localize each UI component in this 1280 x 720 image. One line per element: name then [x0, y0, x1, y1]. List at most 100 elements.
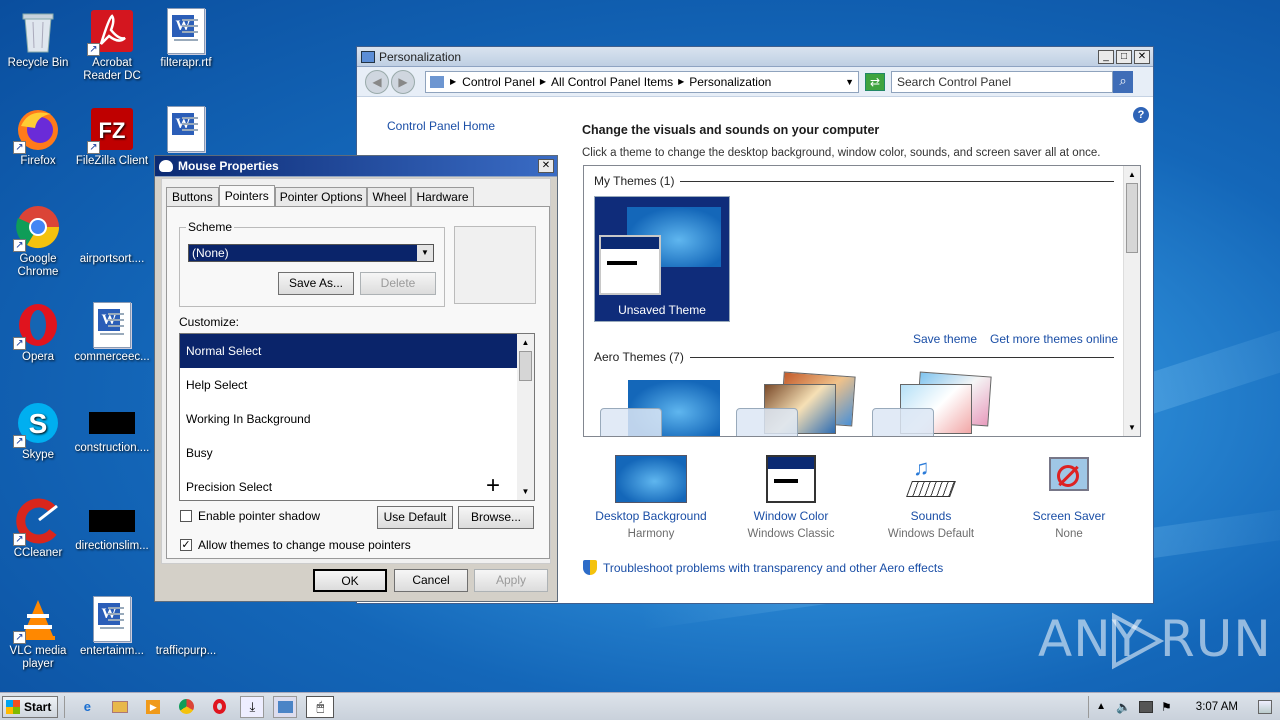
- volume-icon[interactable]: 🔈: [1116, 700, 1131, 714]
- desktop-icon-acrobat[interactable]: ↗ Acrobat Reader DC: [74, 4, 150, 83]
- action-center-flag-icon[interactable]: ⚑: [1161, 700, 1172, 714]
- show-desktop-button[interactable]: [1258, 699, 1272, 714]
- network-icon[interactable]: [1139, 700, 1154, 713]
- ok-button[interactable]: OK: [313, 569, 387, 592]
- desktop-icon-doc[interactable]: W: [148, 102, 224, 155]
- ccleaner-icon: ↗: [13, 498, 61, 546]
- control-panel-home-link[interactable]: Control Panel Home: [387, 119, 495, 133]
- breadcrumb-control-panel[interactable]: Control Panel: [462, 75, 535, 89]
- forward-button[interactable]: ▶: [391, 69, 415, 94]
- desktop-icon-commerceec[interactable]: W commerceec...: [74, 298, 150, 364]
- minimize-button[interactable]: _: [1098, 49, 1114, 64]
- breadcrumb-personalization[interactable]: Personalization: [689, 75, 771, 89]
- clock[interactable]: 3:07 AM: [1196, 701, 1238, 713]
- back-button[interactable]: ◀: [365, 69, 389, 94]
- close-button[interactable]: ✕: [1134, 49, 1150, 64]
- screen-saver-item[interactable]: Screen Saver None: [1001, 455, 1137, 540]
- sounds-item[interactable]: ♫ Sounds Windows Default: [863, 455, 999, 540]
- mouse-icon: [159, 160, 173, 172]
- tray-separator: [1088, 695, 1090, 718]
- desktop-icon-chrome[interactable]: ↗ Google Chrome: [0, 200, 76, 279]
- download-icon[interactable]: ⤓: [240, 695, 265, 718]
- file-icon: [89, 412, 135, 434]
- use-default-button[interactable]: Use Default: [377, 506, 453, 529]
- tab-pointer-options[interactable]: Pointer Options: [274, 187, 368, 206]
- mouse-taskbar-icon[interactable]: 🖱: [306, 695, 335, 718]
- pointer-item-precision[interactable]: Precision Select +: [180, 470, 534, 500]
- delete-button[interactable]: Delete: [360, 272, 436, 295]
- desktop-icon-directionslim[interactable]: directionslim...: [74, 494, 150, 553]
- scroll-down-icon[interactable]: ▼: [1124, 419, 1140, 436]
- tab-hardware[interactable]: Hardware: [411, 187, 474, 206]
- acrobat-icon: ↗: [87, 8, 135, 56]
- pointer-list-scrollbar[interactable]: ▲ ▼: [517, 334, 534, 500]
- tab-buttons[interactable]: Buttons: [166, 187, 219, 206]
- media-player-icon[interactable]: ▶: [141, 696, 165, 718]
- scroll-thumb[interactable]: [1126, 183, 1138, 253]
- window-color-item[interactable]: Window Color Windows Classic: [723, 455, 859, 540]
- themes-scrollbar[interactable]: ▲ ▼: [1123, 166, 1140, 436]
- save-as-button[interactable]: Save As...: [278, 272, 354, 295]
- shield-icon: [583, 560, 597, 575]
- browse-button[interactable]: Browse...: [458, 506, 534, 529]
- breadcrumb-arrow-icon: ▶: [539, 77, 547, 86]
- troubleshoot-link[interactable]: Troubleshoot problems with transparency …: [583, 560, 943, 575]
- desktop-icon-construction[interactable]: construction....: [74, 396, 150, 455]
- tab-pointers[interactable]: Pointers: [218, 185, 275, 206]
- aero-theme-windows[interactable]: [598, 380, 722, 436]
- aero-theme-characters[interactable]: [870, 371, 994, 436]
- desktop-icon-label: construction....: [74, 442, 150, 454]
- search-icon[interactable]: ⌕: [1113, 70, 1133, 93]
- desktop-icon-airportsort[interactable]: airportsort....: [74, 200, 150, 266]
- address-bar[interactable]: ▶ Control Panel ▶ All Control Panel Item…: [425, 70, 859, 93]
- address-dropdown-icon[interactable]: ▼: [845, 77, 854, 87]
- checkbox-box[interactable]: [180, 510, 192, 522]
- opera-taskbar-icon[interactable]: [207, 696, 231, 718]
- desktop-icon-ccleaner[interactable]: ↗ CCleaner: [0, 494, 76, 560]
- word-doc-icon: W: [93, 302, 131, 348]
- apply-button[interactable]: Apply: [474, 569, 548, 592]
- allow-themes-checkbox[interactable]: ✓ Allow themes to change mouse pointers: [180, 538, 411, 552]
- dropdown-arrow-icon[interactable]: ▼: [417, 245, 433, 261]
- checkbox-box[interactable]: ✓: [180, 539, 192, 551]
- desktop-icon-entertainm[interactable]: W entertainm...: [74, 592, 150, 658]
- chrome-taskbar-icon[interactable]: [174, 696, 198, 718]
- get-more-themes-link[interactable]: Get more themes online: [990, 332, 1118, 346]
- pointer-list[interactable]: Normal Select Help Select Working In Bac…: [179, 333, 535, 501]
- scroll-up-icon[interactable]: ▲: [1124, 166, 1140, 183]
- maximize-button[interactable]: □: [1116, 49, 1132, 64]
- pointer-item-working[interactable]: Working In Background: [180, 402, 534, 436]
- save-theme-link[interactable]: Save theme: [913, 332, 977, 346]
- refresh-button[interactable]: ⇄: [865, 72, 885, 91]
- scroll-up-icon[interactable]: ▲: [517, 334, 534, 351]
- scroll-thumb[interactable]: [519, 351, 532, 381]
- desktop-icon-firefox[interactable]: ↗ Firefox: [0, 102, 76, 168]
- scroll-down-icon[interactable]: ▼: [517, 483, 534, 500]
- cancel-button[interactable]: Cancel: [394, 569, 468, 592]
- unsaved-theme-tile[interactable]: Unsaved Theme: [594, 196, 730, 322]
- desktop-icon-recycle-bin[interactable]: Recycle Bin: [0, 4, 76, 70]
- desktop-icon-filezilla[interactable]: FZ ↗ FileZilla Client: [74, 102, 150, 168]
- word-doc-icon: W: [93, 596, 131, 642]
- pointer-item-busy[interactable]: Busy: [180, 436, 534, 470]
- desktop-icon-filterapr[interactable]: W filterapr.rtf: [148, 4, 224, 70]
- show-hidden-icons-icon[interactable]: ▲: [1096, 701, 1106, 712]
- pointer-shadow-checkbox[interactable]: Enable pointer shadow: [180, 509, 320, 523]
- tab-wheel[interactable]: Wheel: [367, 187, 412, 206]
- start-button[interactable]: Start: [2, 695, 59, 718]
- pointer-item-help-select[interactable]: Help Select: [180, 368, 534, 402]
- breadcrumb-all-items[interactable]: All Control Panel Items: [551, 75, 673, 89]
- desktop-background-item[interactable]: Desktop Background Harmony: [583, 455, 719, 540]
- desktop-icon-skype[interactable]: S ↗ Skype: [0, 396, 76, 462]
- desktop-icon-vlc[interactable]: ↗ VLC media player: [0, 592, 76, 671]
- remote-icon[interactable]: [273, 695, 298, 718]
- explorer-icon[interactable]: [108, 696, 132, 718]
- pointer-item-normal-select[interactable]: Normal Select: [180, 334, 534, 368]
- dialog-close-button[interactable]: ✕: [538, 159, 554, 173]
- search-input[interactable]: Search Control Panel: [891, 70, 1113, 93]
- ie-icon[interactable]: e: [75, 696, 99, 718]
- help-icon[interactable]: ?: [1133, 107, 1149, 123]
- aero-theme-architecture[interactable]: [734, 371, 858, 436]
- scheme-select[interactable]: (None) ▼: [188, 244, 434, 262]
- desktop-icon-opera[interactable]: ↗ Opera: [0, 298, 76, 364]
